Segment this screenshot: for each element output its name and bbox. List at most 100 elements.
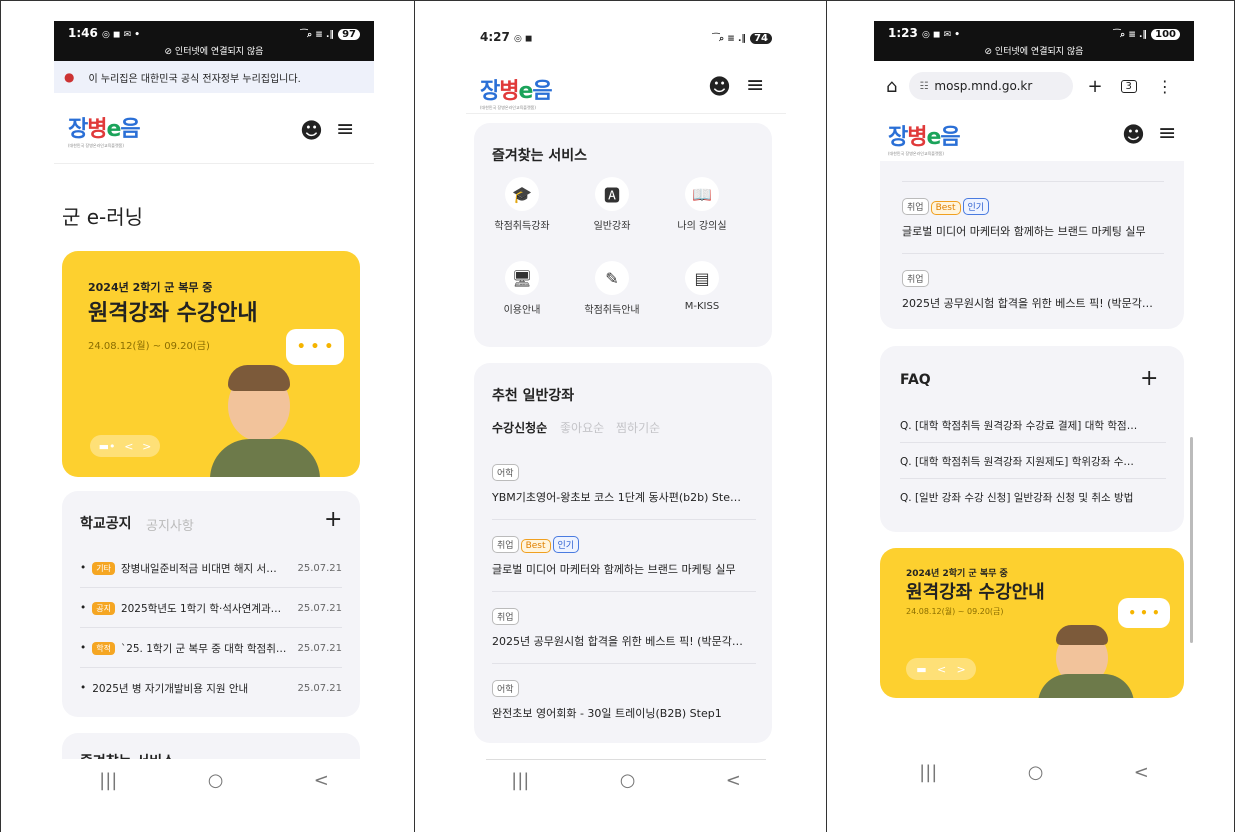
service-label: 학점취득안내 (584, 305, 640, 316)
logo-char: 병 (499, 79, 519, 104)
tab-by-likes[interactable]: 좋아요순 (560, 419, 604, 436)
recent-apps-icon[interactable]: ||| (919, 762, 937, 783)
soldier-avatar-icon (228, 365, 290, 441)
status-bar: 1:46 ◎ ◼ ✉ • ͡ ⌕ ≡ .‖ 97 (54, 21, 374, 45)
tab-school-notice[interactable]: 학교공지 (80, 513, 132, 533)
favorite-service-item[interactable]: 🅰 일반강좌 (572, 177, 652, 232)
tab-by-wishlist[interactable]: 찜하기순 (616, 419, 660, 436)
gov-banner[interactable]: ● 이 누리집은 대한민국 공식 전자정부 누리집입니다. (54, 61, 374, 93)
home-icon[interactable]: ○ (1028, 762, 1044, 783)
banner-pager[interactable]: ▬ < > (906, 658, 976, 680)
row-divider (80, 627, 342, 628)
user-icon[interactable]: ☻ (708, 75, 731, 100)
favorite-service-item[interactable]: 🖥 이용안내 (482, 261, 562, 316)
home-icon[interactable]: ⌂ (886, 76, 897, 97)
banner-title: 원격강좌 수강안내 (88, 301, 258, 326)
bullet-icon: • (80, 642, 87, 654)
course-item[interactable]: 어학 완전초보 영어회화 - 30일 트레이닝(B2B) Step1 (492, 677, 756, 721)
scrollbar[interactable] (1190, 437, 1193, 643)
network-warning: ⊘ 인터넷에 연결되지 않음 (54, 45, 374, 61)
logo-char: e (518, 79, 534, 104)
logo-subtitle: (대한민국 장병온라인교육플랫폼) (68, 143, 124, 148)
course-item[interactable]: 취업 2025년 공무원시험 합격을 위한 베스트 픽! (박문각… (902, 267, 1164, 311)
menu-icon[interactable]: ≡ (1158, 121, 1176, 146)
site-info-icon[interactable]: ☷ (919, 81, 928, 92)
menu-icon[interactable]: ≡ (336, 117, 354, 142)
course-item[interactable]: 취업 Best 인기 글로벌 미디어 마케터와 함께하는 브랜드 마케팅 실무 (492, 533, 756, 577)
course-title: 글로벌 미디어 마케터와 함께하는 브랜드 마케팅 실무 (902, 225, 1146, 238)
favorite-service-item[interactable]: ✎ 학점취득안내 (572, 261, 652, 316)
faq-item[interactable]: Q. [대학 학점취득 원격강좌 수강료 결제] 대학 학점… (900, 418, 1170, 433)
notice-tag: 학적 (92, 641, 115, 655)
menu-icon[interactable]: ≡ (746, 73, 764, 98)
row-divider (900, 478, 1166, 479)
browser-toolbar: ⌂ ☷ mosp.mnd.go.kr + 3 ⋮ (874, 67, 1194, 105)
faq-item[interactable]: Q. [대학 학점취득 원격강좌 지원제도] 학위강좌 수… (900, 454, 1170, 469)
banner-pager[interactable]: ▬• < > (90, 435, 160, 457)
promo-banner[interactable]: 2024년 2학기 군 복무 중 원격강좌 수강안내 24.08.12(월) ~… (62, 251, 360, 477)
service-icon: 🅰 (595, 177, 629, 211)
signal-icon: ͡ ⌕ ≡ .‖ (303, 30, 334, 40)
plus-icon[interactable]: + (1140, 366, 1158, 391)
tab-count-button[interactable]: 3 (1120, 79, 1137, 93)
course-item[interactable]: 취업 Best 인기 글로벌 미디어 마케터와 함께하는 브랜드 마케팅 실무 (902, 195, 1164, 239)
logo-subtitle: (대한민국 장병온라인교육플랫폼) (480, 105, 536, 110)
back-icon[interactable]: < (1134, 762, 1149, 783)
faq-title: FAQ (900, 372, 931, 388)
notice-row[interactable]: • 학적 `25. 1학기 군 복무 중 대학 학점취… 25.07.21 (80, 633, 342, 663)
service-icon: ✎ (595, 261, 629, 295)
next-icon[interactable]: > (956, 663, 965, 676)
home-icon[interactable]: ○ (620, 770, 636, 791)
site-logo[interactable]: 장병e음 (대한민국 장병온라인교육플랫폼) (480, 73, 553, 111)
site-logo[interactable]: 장병e음 (대한민국 장병온라인교육플랫폼) (888, 119, 961, 157)
course-title: 2025년 공무원시험 합격을 위한 베스트 픽! (박문각… (492, 635, 743, 648)
logo-char: 음 (940, 125, 960, 150)
recent-apps-icon[interactable]: ||| (99, 770, 117, 791)
tab-notices[interactable]: 공지사항 (146, 515, 194, 534)
back-icon[interactable]: < (726, 770, 741, 791)
uniform-shape (210, 439, 320, 477)
service-icon: 🎓 (505, 177, 539, 211)
recent-apps-icon[interactable]: ||| (511, 770, 529, 791)
url-bar[interactable]: ☷ mosp.mnd.go.kr (909, 72, 1074, 100)
course-tags: 취업 (902, 267, 1164, 287)
tab-by-enrollment[interactable]: 수강신청순 (492, 419, 547, 436)
faq-item[interactable]: Q. [일반 강좌 수강 신청] 일반강좌 신청 및 취소 방법 (900, 490, 1170, 505)
logo-char: 음 (120, 117, 140, 142)
battery-level: 74 (750, 33, 772, 44)
next-icon[interactable]: > (142, 440, 151, 453)
bullet-icon: • (80, 602, 87, 614)
frame-top-border (0, 0, 1235, 1)
row-divider (492, 519, 756, 520)
notice-row[interactable]: • 공지 2025학년도 1학기 학·석사연계과… 25.07.21 (80, 593, 342, 623)
course-title: 완전초보 영어회화 - 30일 트레이닝(B2B) Step1 (492, 707, 722, 720)
faq-card: FAQ + Q. [대학 학점취득 원격강좌 수강료 결제] 대학 학점… Q. … (880, 346, 1184, 532)
notice-date: 25.07.21 (297, 602, 342, 614)
browser-menu-icon[interactable]: ⋮ (1157, 77, 1173, 96)
favorite-service-item[interactable]: ▤ M-KISS (662, 261, 742, 312)
site-logo[interactable]: 장병e음 (대한민국 장병온라인교육플랫폼) (68, 111, 141, 149)
korea-flag-icon: ● (64, 70, 75, 84)
url-text: mosp.mnd.go.kr (934, 79, 1033, 93)
row-divider (492, 663, 756, 664)
favorite-service-item[interactable]: 🎓 학점취득강좌 (482, 177, 562, 232)
course-item[interactable]: 취업 2025년 공무원시험 합격을 위한 베스트 픽! (박문각… (492, 605, 756, 649)
favorite-service-item[interactable]: 📖 나의 강의실 (662, 177, 742, 232)
promo-banner[interactable]: 2024년 2학기 군 복무 중 원격강좌 수강안내 24.08.12(월) ~… (880, 548, 1184, 698)
logo-char: 병 (907, 125, 927, 150)
back-icon[interactable]: < (314, 770, 329, 791)
notice-row[interactable]: • 2025년 병 자기개발비용 지원 안내 25.07.21 (80, 673, 342, 703)
prev-icon[interactable]: < (124, 440, 133, 453)
prev-icon[interactable]: < (937, 663, 946, 676)
header-divider (54, 163, 374, 164)
user-icon[interactable]: ☻ (1122, 123, 1145, 148)
notice-tag: 기타 (92, 561, 115, 575)
banner-date: 24.08.12(월) ~ 09.20(금) (906, 607, 1004, 616)
logo-char: 장 (888, 125, 908, 150)
notice-row[interactable]: • 기타 장병내일준비적금 비대면 해지 서… 25.07.21 (80, 553, 342, 583)
user-icon[interactable]: ☻ (300, 119, 323, 144)
home-icon[interactable]: ○ (208, 770, 224, 791)
new-tab-icon[interactable]: + (1087, 76, 1102, 97)
course-item[interactable]: 어학 YBM기초영어-왕초보 코스 1단계 동사편(b2b) Ste… (492, 461, 756, 505)
plus-icon[interactable]: + (324, 507, 342, 532)
